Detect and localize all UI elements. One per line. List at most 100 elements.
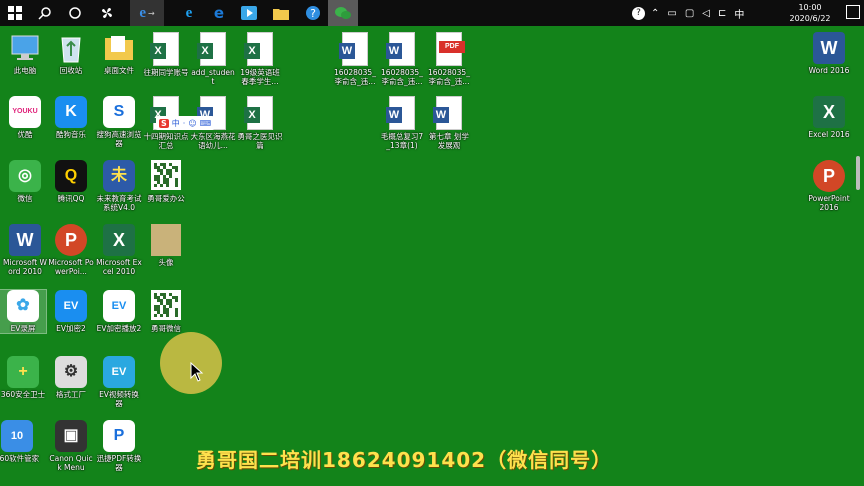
excel-doc-icon <box>150 32 179 66</box>
desktop-icon-label: 酷狗音乐 <box>56 130 86 139</box>
explorer-app[interactable] <box>266 0 296 26</box>
notification-icon[interactable] <box>846 5 860 19</box>
excel-app-icon: X <box>813 96 845 128</box>
desktop-icon-qq[interactable]: Q 腾讯QQ <box>48 160 94 203</box>
desktop-icon-pdf1[interactable]: 16028035_李俞含_违... <box>426 32 472 86</box>
desktop-icon-qr2[interactable]: 勇哥微信 <box>143 290 189 333</box>
search-button[interactable] <box>30 0 60 26</box>
desktop-icon-evplay[interactable]: EV EV加密播放2 <box>96 290 142 333</box>
desktop-icon-ppt2016[interactable]: P PowerPoint 2016 <box>806 160 852 212</box>
desktop-icon-exam[interactable]: 未未来教育考试系统V4.0 <box>96 160 142 212</box>
desktop-icon-word2010[interactable]: W Microsoft Word 2010 <box>2 224 48 276</box>
desktop-icon-label: EV加密播放2 <box>96 324 142 333</box>
display-tray-icon[interactable]: ▢ <box>685 8 694 19</box>
video-app[interactable] <box>234 0 264 26</box>
usb-tray-icon[interactable]: ⊏ <box>718 8 726 19</box>
desktop-icon-label: 十四期知识点汇总 <box>143 132 189 150</box>
excel-doc-icon <box>244 96 273 130</box>
desktop-icon-wechat[interactable]: ◎ 微信 <box>2 160 48 203</box>
360soft-app-icon: 10 <box>1 420 33 452</box>
folder-icon <box>273 8 289 20</box>
desktop-icon-label: Excel 2016 <box>808 130 850 139</box>
desktop-icon-360safe[interactable]: +360安全卫士 <box>0 356 46 399</box>
desktop-icon-evenc[interactable]: EV EV加密2 <box>48 290 94 333</box>
desktop-icon-label: 勇哥微信 <box>151 324 181 333</box>
folder-icon <box>103 32 135 64</box>
ie-icon: e <box>139 4 146 21</box>
desktop-icon-format[interactable]: ⚙ 格式工厂 <box>48 356 94 399</box>
evplay-app-icon: EV <box>103 290 135 322</box>
desktop-icon-360soft[interactable]: 10 360软件管家 <box>0 420 40 463</box>
network-tray-icon[interactable]: ▭ <box>667 8 676 19</box>
desktop-icon-canon[interactable]: ▣ Canon Quick Menu <box>48 420 94 472</box>
desktop-icon-x2[interactable]: add_student <box>190 32 236 86</box>
help-icon: ? <box>306 6 320 20</box>
desktop-icon-w2[interactable]: 16028035_李俞含_违... <box>379 32 425 86</box>
ie-app[interactable]: e → <box>130 0 164 26</box>
desktop-icon-x3[interactable]: 19级英语班春季学生... <box>237 32 283 86</box>
system-tray: ? ⌃ ▭ ▢ ◁ ⊏ 中 <box>632 0 744 26</box>
desktop-icon-label: Microsoft PowerPoi... <box>48 258 94 276</box>
desktop-icon-desktop-files[interactable]: 桌面文件 <box>96 32 142 75</box>
desktop-icon-label: 格式工厂 <box>56 390 86 399</box>
word-doc-icon <box>433 96 462 130</box>
desktop-icon-label: 360软件管家 <box>0 454 40 463</box>
desktop-icon-label: 勇哥爱办公 <box>147 194 185 203</box>
desktop-icon-word2016[interactable]: W Word 2016 <box>806 32 852 75</box>
desktop-icon-excel2016[interactable]: X Excel 2016 <box>806 96 852 139</box>
desktop-icon-sogou[interactable]: S 搜狗高速浏览器 <box>96 96 142 148</box>
desktop-icon-pc[interactable]: 此电脑 <box>2 32 48 75</box>
scrollbar[interactable] <box>856 156 860 190</box>
desktop-icon-excel2010[interactable]: X Microsoft Excel 2010 <box>96 224 142 276</box>
edge-legacy[interactable]: e <box>174 0 204 26</box>
wechat-app[interactable] <box>328 0 358 26</box>
help-tray-icon[interactable]: ? <box>632 6 645 20</box>
sogou-ime-logo: S <box>159 118 169 128</box>
edge-app[interactable]: e <box>204 0 234 26</box>
desktop-icon-pdfconv[interactable]: P 迅捷PDF转换器 <box>96 420 142 472</box>
circle-icon <box>69 7 81 19</box>
desktop-icon-label: 大东区海燕花语幼儿... <box>190 132 236 150</box>
desktop-icon-youku[interactable]: YOUKU 优酷 <box>2 96 48 139</box>
ime-toolbar[interactable]: S 中 · ☺ ⌨ <box>156 116 215 130</box>
desktop-icon-w5[interactable]: 第七章 划学发展观 <box>426 96 472 150</box>
ime-item[interactable]: · <box>183 119 186 128</box>
task-view-button[interactable] <box>60 0 90 26</box>
speaker-tray-icon[interactable]: ◁ <box>702 8 710 19</box>
evrec-app-icon: ✿ <box>7 290 39 322</box>
powerpoint-app-icon: P <box>55 224 87 256</box>
word-doc-icon <box>386 96 415 130</box>
input-language[interactable]: 中 <box>734 6 744 21</box>
evconv-app-icon: EV <box>103 356 135 388</box>
taskbar-clock[interactable]: 10:00 2020/6/22 <box>780 2 840 24</box>
sogou-app-icon: S <box>103 96 135 128</box>
fan-app[interactable] <box>92 0 122 26</box>
start-button[interactable] <box>0 0 30 26</box>
desktop-icon-evrec[interactable]: ✿ EV录屏 <box>0 289 47 334</box>
desktop-icon-recycle[interactable]: 回收站 <box>48 32 94 75</box>
desktop-icon-x5[interactable]: 勇哥之医见识篇 <box>237 96 283 150</box>
ime-item[interactable]: ☺ <box>188 119 196 128</box>
desktop-icon-x1[interactable]: 往期同学账号 <box>143 32 189 77</box>
desktop-icon-evconv[interactable]: EV EV视频转换器 <box>96 356 142 408</box>
excel-doc-icon <box>244 32 273 66</box>
desktop-icon-label: 优酷 <box>17 130 33 139</box>
chevron-up-icon[interactable]: ⌃ <box>651 8 659 19</box>
desktop-icon-kugou[interactable]: K 酷狗音乐 <box>48 96 94 139</box>
ime-item[interactable]: ⌨ <box>200 119 212 128</box>
evenc-app-icon: EV <box>55 290 87 322</box>
desktop-icon-w1[interactable]: 16028035_李俞含_违... <box>332 32 378 86</box>
help-app[interactable]: ? <box>298 0 328 26</box>
desktop-icon-ppt2010[interactable]: P Microsoft PowerPoi... <box>48 224 94 276</box>
play-icon <box>241 6 257 20</box>
desktop-icon-label: 微信 <box>17 194 33 203</box>
desktop-icon-w4[interactable]: 毛概总复习7_13章(1) <box>379 96 425 150</box>
desktop-icon-qr1[interactable]: 勇哥爱办公 <box>143 160 189 203</box>
ime-item[interactable]: 中 <box>172 118 180 129</box>
desktop-icon-avatar[interactable]: 头像 <box>143 224 189 267</box>
excel-doc-icon <box>197 32 226 66</box>
qr-code-image <box>150 290 182 322</box>
fan-icon <box>102 8 112 18</box>
word-doc-icon <box>386 32 415 66</box>
kugou-app-icon: K <box>55 96 87 128</box>
